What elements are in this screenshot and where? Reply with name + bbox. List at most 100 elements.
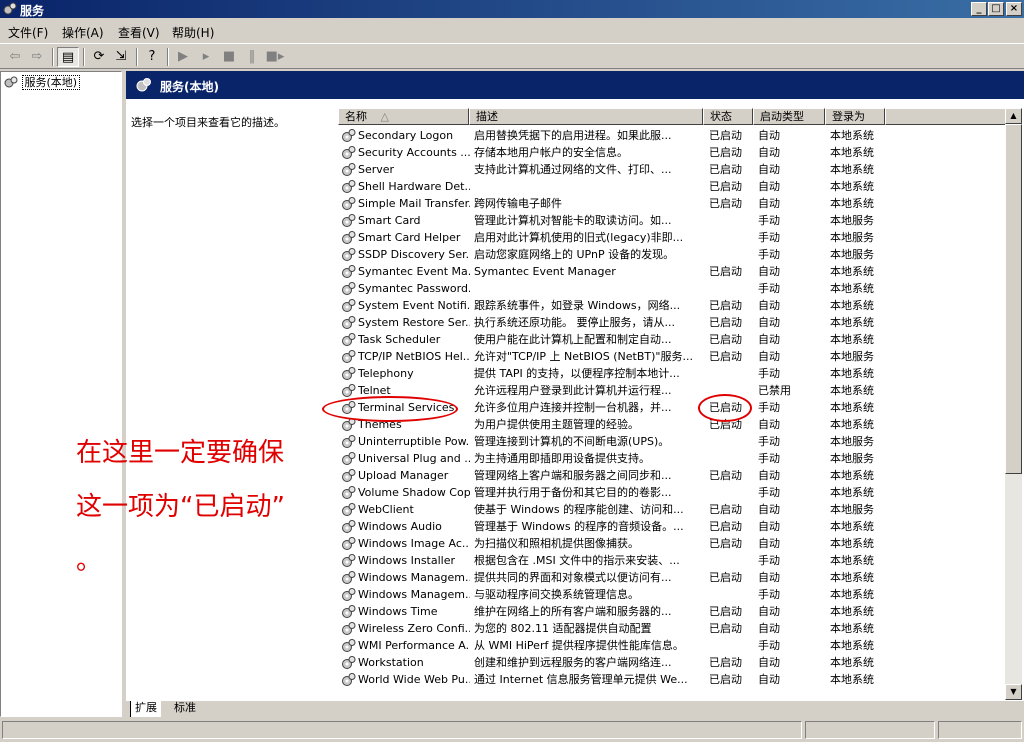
menu-action[interactable]: 操作(A) <box>62 24 104 41</box>
table-row[interactable]: Windows Installer 根据包含在 .MSI 文件中的指示来安装、..… <box>338 552 1006 569</box>
service-description: 管理此计算机对智能卡的取读访问。如... <box>474 214 672 227</box>
service-logon-as: 本地系统 <box>830 316 874 329</box>
service-startup-type: 手动 <box>758 214 780 227</box>
service-description: 提供 TAPI 的支持，以便程序控制本地计... <box>474 367 680 380</box>
service-status: 已启动 <box>709 129 742 142</box>
table-row[interactable]: System Restore Ser... 执行系统还原功能。 要停止服务，请从.… <box>338 314 1006 331</box>
column-header-label: 启动类型 <box>760 110 804 123</box>
table-row[interactable]: Windows Time 维护在网络上的所有客户端和服务器的... 已启动 自动 本地系… <box>338 603 1006 620</box>
menu-help[interactable]: 帮助(H) <box>172 24 214 41</box>
service-gear-icon <box>342 350 356 363</box>
column-header-logon-as[interactable]: 登录为 <box>825 108 885 125</box>
tab-extended[interactable]: 扩展 <box>130 701 161 717</box>
vertical-scrollbar[interactable]: ▲ ▼ <box>1005 108 1022 700</box>
play-icon[interactable]: ▶ <box>172 47 194 67</box>
service-description: 使用户能在此计算机上配置和制定自动... <box>474 333 672 346</box>
service-startup-type: 自动 <box>758 503 780 516</box>
services-gear-icon <box>4 76 18 88</box>
table-row[interactable]: Upload Manager 管理网络上客户端和服务器之间同步和... 已启动 自动 本… <box>338 467 1006 484</box>
column-header-startup-type[interactable]: 启动类型 <box>753 108 825 125</box>
table-row[interactable]: Telephony 提供 TAPI 的支持，以便程序控制本地计... 手动 本地系统 <box>338 365 1006 382</box>
console-tree: 服务(本地) <box>0 71 122 717</box>
service-status: 已启动 <box>709 316 742 329</box>
column-header-status[interactable]: 状态 <box>703 108 753 125</box>
service-startup-type: 手动 <box>758 486 780 499</box>
service-name: Smart Card <box>358 214 421 227</box>
service-name: Shell Hardware Det... <box>358 180 470 193</box>
table-row[interactable]: Wireless Zero Confi... 为您的 802.11 适配器提供自动… <box>338 620 1006 637</box>
service-logon-as: 本地系统 <box>830 656 874 669</box>
table-row[interactable]: Server 支持此计算机通过网络的文件、打印、... 已启动 自动 本地系统 <box>338 161 1006 178</box>
service-status: 已启动 <box>709 197 742 210</box>
table-row[interactable]: Smart Card 管理此计算机对智能卡的取读访问。如... 手动 本地服务 <box>338 212 1006 229</box>
restart-icon[interactable]: ■▸ <box>264 47 286 67</box>
table-row[interactable]: Themes 为用户提供使用主题管理的经验。 已启动 自动 本地系统 <box>338 416 1006 433</box>
minimize-button[interactable]: _ <box>971 2 987 16</box>
service-gear-icon <box>342 214 356 227</box>
table-row[interactable]: Secondary Logon 启用替换凭据下的启用进程。如果此服... 已启动 自动… <box>338 127 1006 144</box>
scroll-down-icon[interactable]: ▼ <box>1005 684 1022 700</box>
tree-node-services-local[interactable]: 服务(本地) <box>4 74 81 90</box>
column-header-empty <box>885 108 1006 125</box>
table-row[interactable]: WMI Performance A... 从 WMI HiPerf 提供程序提供性… <box>338 637 1006 654</box>
maximize-button[interactable]: □ <box>988 2 1004 16</box>
tab-standard[interactable]: 标准 <box>170 701 200 717</box>
menu-file[interactable]: 文件(F) <box>8 24 48 41</box>
service-status: 已启动 <box>709 622 742 635</box>
service-description: 管理连接到计算机的不间断电源(UPS)。 <box>474 435 670 448</box>
column-header-label: 描述 <box>476 110 498 123</box>
service-gear-icon <box>342 605 356 618</box>
table-row[interactable]: Windows Audio 管理基于 Windows 的程序的音频设备。... 已启… <box>338 518 1006 535</box>
column-header-name[interactable]: 名称 △ <box>338 108 469 125</box>
table-row[interactable]: Simple Mail Transfer... 跨网传输电子邮件 已启动 自动 本地系统 <box>338 195 1006 212</box>
back-icon[interactable]: ⇦ <box>4 47 26 67</box>
table-row[interactable]: Security Accounts ... 存储本地用户帐户的安全信息。 已启动 自动… <box>338 144 1006 161</box>
table-row[interactable]: Windows Managem... 与驱动程序间交换系统管理信息。 手动 本地系统 <box>338 586 1006 603</box>
service-gear-icon <box>342 384 356 397</box>
service-startup-type: 手动 <box>758 231 780 244</box>
table-row[interactable]: Smart Card Helper 启用对此计算机使用的旧式(legacy)非即.… <box>338 229 1006 246</box>
table-row[interactable]: Symantec Password... 手动 本地系统 <box>338 280 1006 297</box>
service-startup-type: 手动 <box>758 588 780 601</box>
table-row[interactable]: System Event Notifi... 跟踪系统事件，如登录 Windows… <box>338 297 1006 314</box>
table-row[interactable]: WebClient 使基于 Windows 的程序能创建、访问和... 已启动 自动 本… <box>338 501 1006 518</box>
service-gear-icon <box>342 503 356 516</box>
service-description: 允许对"TCP/IP 上 NetBIOS (NetBT)"服务... <box>474 350 693 363</box>
table-row[interactable]: SSDP Discovery Ser... 启动您家庭网络上的 UPnP 设备的发… <box>338 246 1006 263</box>
service-gear-icon <box>342 673 356 686</box>
table-row[interactable]: Task Scheduler 使用户能在此计算机上配置和制定自动... 已启动 自动 本… <box>338 331 1006 348</box>
pause-icon[interactable]: ‖ <box>241 47 263 67</box>
service-startup-type: 手动 <box>758 248 780 261</box>
table-row[interactable]: Universal Plug and ... 为主持通用即插即用设备提供支持。 手动… <box>338 450 1006 467</box>
forward-icon[interactable]: ⇨ <box>26 47 48 67</box>
refresh-icon[interactable]: ⟳ <box>88 47 110 67</box>
table-row[interactable]: World Wide Web Pu... 通过 Internet 信息服务管理单元… <box>338 671 1006 688</box>
stop-icon[interactable]: ■ <box>218 47 240 67</box>
export-list-icon[interactable]: ⇲ <box>110 47 132 67</box>
table-row[interactable]: Telnet 允许远程用户登录到此计算机并运行程... 已禁用 本地系统 <box>338 382 1006 399</box>
service-name: System Restore Ser... <box>358 316 470 329</box>
table-row[interactable]: Symantec Event Ma... Symantec Event Manag… <box>338 263 1006 280</box>
column-header-description[interactable]: 描述 <box>469 108 703 125</box>
status-panel <box>938 721 1022 739</box>
show-hide-tree-icon[interactable]: ▤ <box>57 47 79 67</box>
table-row[interactable]: Shell Hardware Det... 已启动 自动 本地系统 <box>338 178 1006 195</box>
scroll-up-icon[interactable]: ▲ <box>1005 108 1022 124</box>
play-next-icon[interactable]: ▸ <box>195 47 217 67</box>
title-bar: 服务 _ □ × <box>0 0 1024 18</box>
table-row[interactable]: TCP/IP NetBIOS Hel... 允许对"TCP/IP 上 NetBIO… <box>338 348 1006 365</box>
table-row[interactable]: Windows Image Ac... 为扫描仪和照相机提供图像捕获。 已启动 自动 本… <box>338 535 1006 552</box>
table-row[interactable]: Uninterruptible Pow... 管理连接到计算机的不间断电源(UPS… <box>338 433 1006 450</box>
table-row[interactable]: Windows Managem... 提供共同的界面和对象模式以便访问有... 已启… <box>338 569 1006 586</box>
annotation-text-line2: 这一项为“已启动” <box>76 492 285 522</box>
table-row[interactable]: Workstation 创建和维护到远程服务的客户端网络连... 已启动 自动 本地系统 <box>338 654 1006 671</box>
service-name: Windows Image Ac... <box>358 537 470 550</box>
service-startup-type: 手动 <box>758 367 780 380</box>
service-logon-as: 本地系统 <box>830 605 874 618</box>
menu-view[interactable]: 查看(V) <box>118 24 160 41</box>
service-name: Volume Shadow Copy <box>358 486 470 499</box>
help-icon[interactable]: ? <box>141 47 163 67</box>
table-row[interactable]: Volume Shadow Copy 管理并执行用于备份和其它目的的卷影... 手动… <box>338 484 1006 501</box>
close-button[interactable]: × <box>1006 2 1022 16</box>
scroll-thumb[interactable] <box>1005 124 1022 474</box>
